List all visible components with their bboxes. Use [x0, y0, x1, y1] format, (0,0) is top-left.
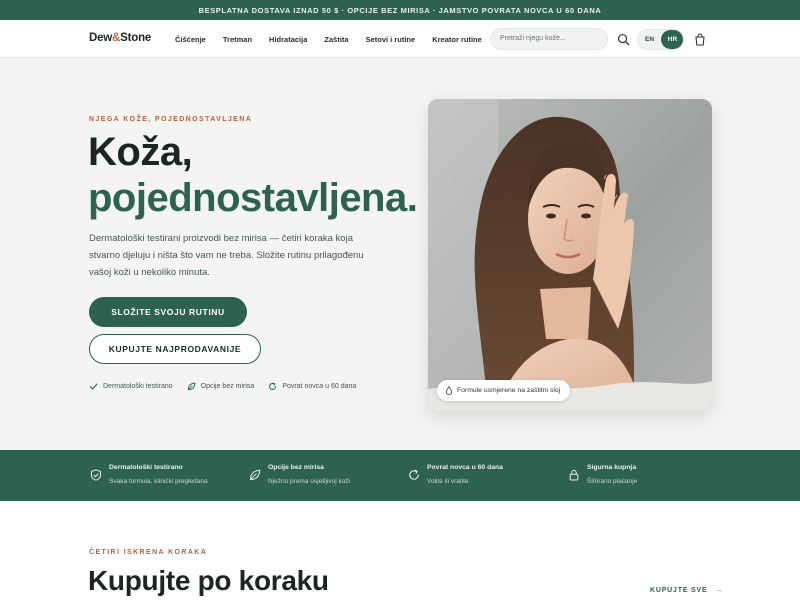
- section-title: Kupujte po koraku: [88, 565, 329, 596]
- perk-label: Povrat novca u 60 dana: [282, 383, 357, 390]
- nav-item-kreator[interactable]: Kreator rutine: [432, 35, 482, 44]
- trust-desc: Šifrirano plaćanje: [587, 478, 638, 485]
- trust-title: Dermatološki testirano: [109, 464, 183, 471]
- trust-title: Povrat novca u 60 dana: [427, 464, 503, 471]
- shield-icon: [91, 469, 101, 481]
- photo-badge-text: Formule usmjerene na zaštitni sloj: [457, 387, 561, 394]
- search-icon[interactable]: [617, 33, 630, 46]
- nav-menu: Čišćenje Tretman Hidratacija Zaštita Set…: [175, 35, 499, 44]
- main-nav: Dew&Stone Čišćenje Tretman Hidratacija Z…: [0, 20, 800, 58]
- announcement-bar: BESPLATNA DOSTAVA IZNAD 50 $ · OPCIJE BE…: [0, 0, 800, 20]
- lang-hr-button[interactable]: HR: [661, 30, 683, 49]
- arrow-right-icon: →: [715, 587, 723, 594]
- hero-eyebrow: NJEGA KOŽE, POJEDNOSTAVLJENA: [89, 116, 253, 123]
- announcement-text: BESPLATNA DOSTAVA IZNAD 50 $ · OPCIJE BE…: [198, 5, 602, 15]
- photo-badge: Formule usmjerene na zaštitni sloj: [437, 380, 571, 401]
- perk-label: Dermatološki testirano: [103, 383, 173, 390]
- language-switcher: EN HR: [637, 29, 684, 50]
- nav-item-hidratacija[interactable]: Hidratacija: [269, 35, 307, 44]
- refresh-icon: [409, 469, 419, 480]
- trust-desc: Volite ili vratite: [427, 478, 469, 485]
- trust-title: Sigurna kupnja: [587, 464, 637, 471]
- leaf-icon: [249, 469, 261, 481]
- brand-ampersand: &: [112, 32, 121, 44]
- nav-item-tretman[interactable]: Tretman: [223, 35, 252, 44]
- lang-en-button[interactable]: EN: [638, 30, 661, 49]
- shop-all-link[interactable]: KUPUJTE SVE →: [650, 587, 723, 594]
- brand-logo[interactable]: Dew&Stone: [89, 32, 151, 44]
- nav-item-zastita[interactable]: Zaštita: [324, 35, 348, 44]
- woman-applying-cream-image: [428, 99, 712, 411]
- trust-desc: Svaka formula, klinički pregledana: [109, 478, 208, 485]
- perk-item: Opcije bez mirisa: [187, 382, 255, 391]
- trust-title: Opcije bez mirisa: [268, 464, 324, 471]
- search-input[interactable]: Pretraži njegu kože...: [490, 28, 608, 50]
- trust-band: Dermatološki testirano Svaka formula, kl…: [0, 450, 800, 501]
- perk-item: Dermatološki testirano: [89, 382, 173, 391]
- hero-perks: Dermatološki testirano Opcije bez mirisa…: [89, 382, 370, 391]
- lock-icon: [569, 469, 579, 481]
- trust-desc: Nježno prema osjetljivoj koži: [268, 478, 351, 485]
- section-eyebrow: ČETIRI ISKRENA KORAKA: [89, 549, 208, 556]
- hero-title-line1: Koža,: [88, 130, 193, 174]
- refresh-icon: [269, 382, 277, 390]
- brand-name-part1: Dew: [89, 32, 113, 44]
- shopping-bag-icon[interactable]: [694, 33, 706, 46]
- hero-title-line2: pojednostavljena.: [88, 176, 418, 220]
- hero-photo: [428, 99, 712, 411]
- nav-item-ciscenje[interactable]: Čišćenje: [175, 35, 206, 44]
- perk-item: Povrat novca u 60 dana: [268, 382, 356, 391]
- shop-all-label: KUPUJTE SVE: [650, 587, 708, 594]
- brand-name-part2: Stone: [120, 32, 152, 44]
- nav-item-setovi[interactable]: Setovi i rutine: [366, 35, 416, 44]
- droplet-icon: [445, 386, 453, 395]
- perk-label: Opcije bez mirisa: [200, 383, 255, 390]
- hero-lead: Dermatološki testirani proizvodi bez mir…: [89, 233, 364, 278]
- shop-bestsellers-button[interactable]: KUPUJTE NAJPRODAVANIJE: [89, 334, 261, 364]
- check-icon: [89, 383, 98, 390]
- shop-by-step-section: ČETIRI ISKRENA KORAKA Kupujte po koraku …: [0, 501, 800, 600]
- build-routine-button[interactable]: SLOŽITE SVOJU RUTINU: [89, 297, 247, 327]
- leaf-icon: [187, 382, 196, 391]
